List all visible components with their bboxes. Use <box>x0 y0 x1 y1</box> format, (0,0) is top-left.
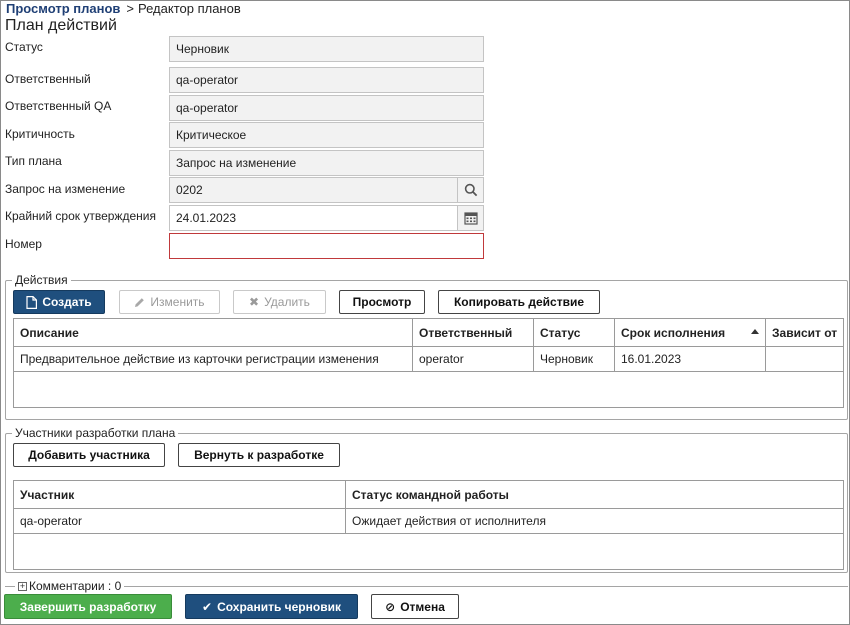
responsible-field: qa-operator <box>169 67 484 93</box>
number-label: Номер <box>5 237 42 251</box>
table-cell: operator <box>412 346 534 372</box>
table-cell: Черновик <box>533 346 615 372</box>
column-header-status[interactable]: Статус <box>533 318 615 347</box>
column-header-depends-on[interactable]: Зависит от <box>765 318 844 347</box>
status-field: Черновик <box>169 36 484 62</box>
deadline-label: Крайний срок утверждения <box>5 209 156 223</box>
table-cell: qa-operator <box>13 508 346 534</box>
copy-action-button[interactable]: Копировать действие <box>438 290 600 314</box>
column-header-description[interactable]: Описание <box>13 318 413 347</box>
number-input[interactable] <box>169 233 484 259</box>
view-action-button[interactable]: Просмотр <box>339 290 425 314</box>
cancel-button[interactable]: ⊘ Отмена <box>371 594 459 619</box>
actions-legend: Действия <box>15 273 68 287</box>
page-title: План действий <box>5 17 117 34</box>
sort-ascending-icon <box>751 329 759 334</box>
change-request-label: Запрос на изменение <box>5 182 126 196</box>
breadcrumb-link-plans[interactable]: Просмотр планов <box>6 1 120 16</box>
expand-icon: + <box>18 580 27 591</box>
close-icon: ✖ <box>249 295 260 309</box>
table-empty-area <box>13 371 844 408</box>
breadcrumb: Просмотр планов > Редактор планов <box>6 1 241 16</box>
criticality-field: Критическое <box>169 122 484 148</box>
status-label: Статус <box>5 40 43 54</box>
save-draft-button[interactable]: ✔ Сохранить черновик <box>185 594 358 619</box>
responsible-label: Ответственный <box>5 72 91 86</box>
finish-development-button[interactable]: Завершить разработку <box>4 594 172 619</box>
participants-table-header: Участник Статус командной работы <box>13 480 844 509</box>
comments-label: Комментарии : 0 <box>29 579 122 593</box>
calendar-icon <box>463 212 478 225</box>
breadcrumb-separator: > <box>126 1 134 16</box>
breadcrumb-current: Редактор планов <box>138 1 241 16</box>
search-icon <box>464 183 477 197</box>
deadline-field[interactable]: 24.01.2023 <box>169 205 484 231</box>
table-cell: Предварительное действие из карточки рег… <box>13 346 413 372</box>
edit-action-button[interactable]: Изменить <box>119 290 220 314</box>
search-button[interactable] <box>457 178 483 202</box>
column-header-responsible[interactable]: Ответственный <box>412 318 534 347</box>
plan-type-label: Тип плана <box>5 154 62 168</box>
plan-type-field: Запрос на изменение <box>169 150 484 176</box>
table-empty-area <box>13 533 844 570</box>
create-action-button[interactable]: Создать <box>13 290 105 314</box>
pencil-icon <box>135 297 145 307</box>
change-request-field[interactable]: 0202 <box>169 177 484 203</box>
responsible-qa-field: qa-operator <box>169 95 484 121</box>
table-row[interactable]: qa-operator Ожидает действия от исполнит… <box>13 508 844 534</box>
calendar-button[interactable] <box>457 206 483 230</box>
table-row[interactable]: Предварительное действие из карточки рег… <box>13 346 844 372</box>
cancel-icon: ⊘ <box>385 599 396 614</box>
comments-section: + Комментарии : 0 <box>5 580 848 592</box>
document-icon <box>26 295 38 309</box>
column-header-team-status[interactable]: Статус командной работы <box>345 480 844 509</box>
actions-table-header: Описание Ответственный Статус Срок испол… <box>13 318 844 347</box>
check-icon: ✔ <box>202 599 213 614</box>
participants-legend: Участники разработки плана <box>15 426 176 440</box>
participants-table: Участник Статус командной работы qa-oper… <box>13 480 844 570</box>
table-cell <box>765 346 844 372</box>
comments-toggle[interactable]: + Комментарии : 0 <box>15 579 125 593</box>
actions-table: Описание Ответственный Статус Срок испол… <box>13 318 844 408</box>
add-participant-button[interactable]: Добавить участника <box>13 443 165 467</box>
column-header-due-date[interactable]: Срок исполнения <box>614 318 766 347</box>
delete-action-button[interactable]: ✖ Удалить <box>233 290 326 314</box>
responsible-qa-label: Ответственный QA <box>5 99 112 113</box>
table-cell: Ожидает действия от исполнителя <box>345 508 844 534</box>
column-header-participant[interactable]: Участник <box>13 480 346 509</box>
criticality-label: Критичность <box>5 127 75 141</box>
table-cell: 16.01.2023 <box>614 346 766 372</box>
return-to-development-button[interactable]: Вернуть к разработке <box>178 443 340 467</box>
